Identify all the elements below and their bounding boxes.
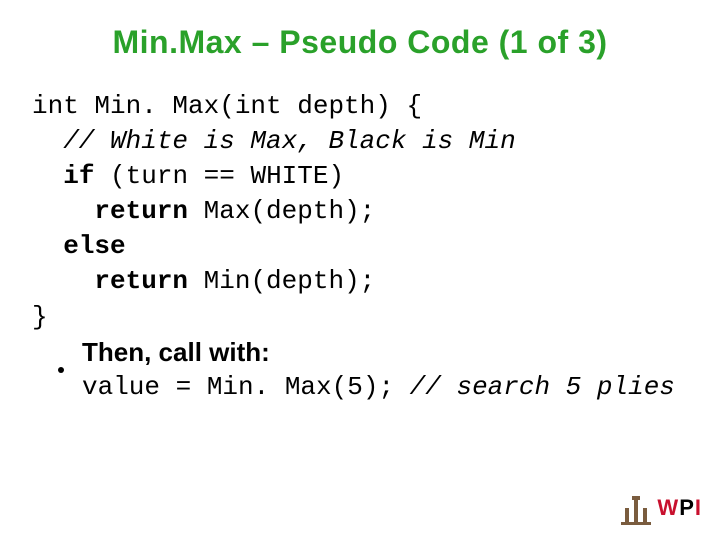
bullet-text: Then, call with: bbox=[82, 337, 270, 368]
wpi-seal-icon bbox=[621, 490, 651, 526]
wpi-logo: WPI bbox=[621, 490, 702, 526]
logo-letter-w: W bbox=[657, 495, 679, 520]
code-line-6-kw-return: return bbox=[94, 266, 188, 296]
call-code: value = Min. Max(5); bbox=[82, 372, 410, 402]
call-line: value = Min. Max(5); // search 5 plies bbox=[82, 372, 692, 402]
code-line-7: } bbox=[32, 302, 48, 332]
code-line-6a bbox=[32, 266, 94, 296]
code-line-4b: Max(depth); bbox=[188, 196, 375, 226]
bullet-dot-icon bbox=[58, 367, 64, 373]
wpi-logo-text: WPI bbox=[657, 495, 702, 521]
bullet-row: Then, call with: bbox=[58, 337, 692, 368]
logo-letter-i: I bbox=[695, 495, 702, 520]
logo-letter-p: P bbox=[679, 495, 695, 520]
code-line-4a bbox=[32, 196, 94, 226]
code-line-1: int Min. Max(int depth) { bbox=[32, 91, 422, 121]
code-line-6b: Min(depth); bbox=[188, 266, 375, 296]
code-block: int Min. Max(int depth) { // White is Ma… bbox=[32, 89, 692, 335]
code-line-4-kw-return: return bbox=[94, 196, 188, 226]
code-line-5a bbox=[32, 231, 63, 261]
slide: Min.Max – Pseudo Code (1 of 3) int Min. … bbox=[0, 0, 720, 540]
slide-title: Min.Max – Pseudo Code (1 of 3) bbox=[28, 24, 692, 61]
code-line-2-comment: // White is Max, Black is Min bbox=[32, 126, 516, 156]
code-line-3a bbox=[32, 161, 63, 191]
call-comment: // search 5 plies bbox=[410, 372, 675, 402]
code-line-3b: (turn == WHITE) bbox=[94, 161, 344, 191]
code-line-3-kw-if: if bbox=[63, 161, 94, 191]
code-line-5-kw-else: else bbox=[63, 231, 125, 261]
